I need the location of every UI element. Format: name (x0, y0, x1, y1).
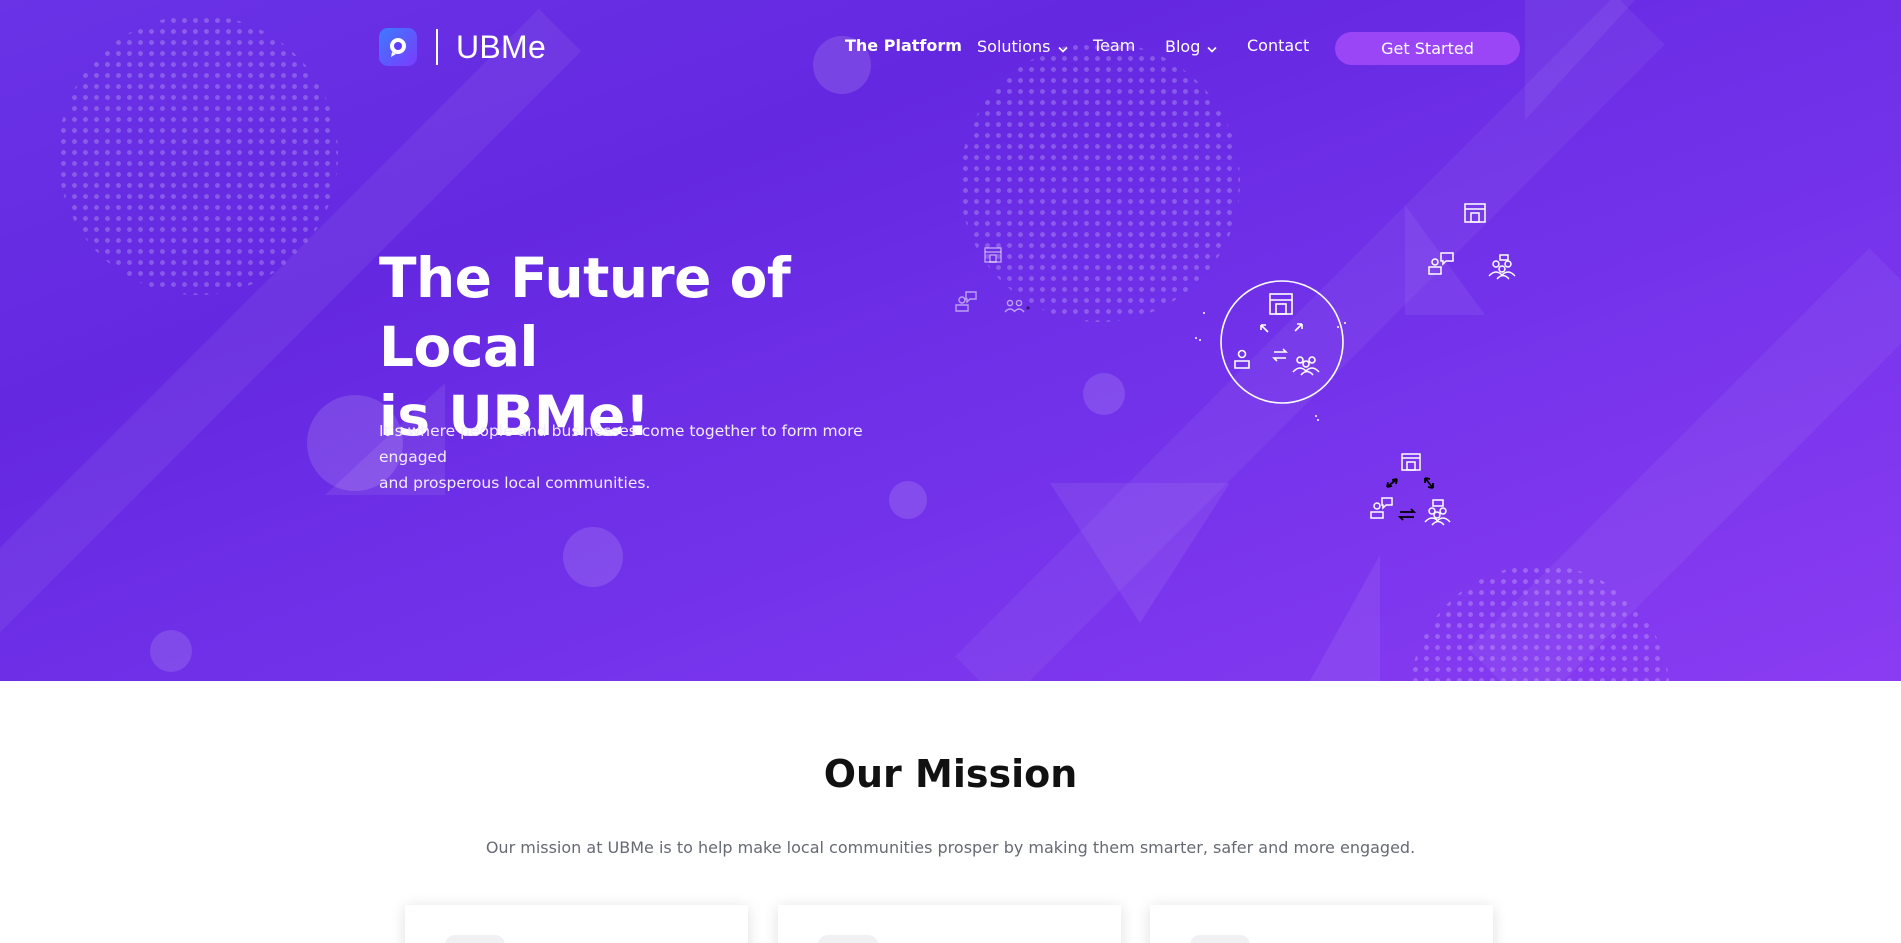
mission-card (1150, 905, 1493, 943)
nav-item-solutions[interactable]: Solutions (977, 36, 1068, 57)
bubble-decoration (1083, 373, 1125, 415)
nav-item-label: Blog (1165, 37, 1201, 56)
card-number-placeholder (1190, 935, 1250, 943)
chevron-down-icon (1207, 38, 1217, 57)
exchange-arrows-icon (1386, 477, 1434, 521)
location-pin-icon (379, 28, 417, 66)
group-icon (1006, 299, 1014, 307)
mission-text: Our mission at UBMe is to help make loca… (485, 838, 1416, 857)
nav-item-label: Solutions (977, 37, 1051, 56)
community-illustration-cycle (1370, 453, 1451, 526)
mission-card (405, 905, 748, 943)
nav-item-the-platform[interactable]: The Platform (845, 36, 962, 55)
hero-section: UBMe The Platform Solutions Team Blog Co… (0, 0, 1901, 681)
nav-item-blog[interactable]: Blog (1165, 36, 1217, 57)
mission-card (778, 905, 1121, 943)
bubble-decoration (563, 527, 623, 587)
chevron-down-icon (1057, 38, 1068, 57)
bubble-decoration (150, 630, 192, 672)
diagonal-lines-decoration (0, 0, 1901, 681)
brand-name: UBMe (456, 28, 547, 65)
hero-subtitle-line: It’s where people and businesses come to… (379, 422, 863, 466)
hero-title-line: The Future of Local (379, 246, 791, 379)
nav-item-team[interactable]: Team (1093, 36, 1135, 55)
person-chat-icon (1431, 258, 1439, 266)
mission-title: Our Mission (823, 752, 1078, 796)
dot-pattern-decoration (1410, 565, 1670, 681)
hero-subtitle: It’s where people and businesses come to… (379, 418, 919, 496)
person-chat-icon (1373, 502, 1381, 510)
group-icon (1296, 356, 1304, 364)
person-icon (1237, 349, 1247, 359)
person-chat-icon (958, 296, 966, 304)
community-illustration-scattered (1428, 203, 1516, 280)
triangle-decoration (1310, 555, 1380, 681)
logo[interactable]: UBMe (379, 28, 546, 66)
nav-item-label: The Platform (845, 36, 962, 55)
hero-subtitle-line: and prosperous local communities. (379, 474, 651, 492)
nav-item-contact[interactable]: Contact (1247, 36, 1309, 55)
nav-item-label: Team (1093, 36, 1136, 55)
dot-pattern-decoration (58, 15, 338, 295)
nav-item-label: Contact (1247, 36, 1310, 55)
community-illustration-small (955, 247, 1030, 313)
card-number-placeholder (445, 935, 505, 943)
get-started-button[interactable]: Get Started (1335, 32, 1520, 65)
exchange-arrows-icon (1260, 323, 1303, 333)
group-icon (1492, 260, 1500, 268)
triangle-decoration (1525, 0, 1635, 120)
triangle-decoration (1050, 483, 1230, 623)
logo-divider (436, 29, 438, 65)
community-illustration-circle (1195, 280, 1346, 421)
card-number-placeholder (818, 935, 878, 943)
